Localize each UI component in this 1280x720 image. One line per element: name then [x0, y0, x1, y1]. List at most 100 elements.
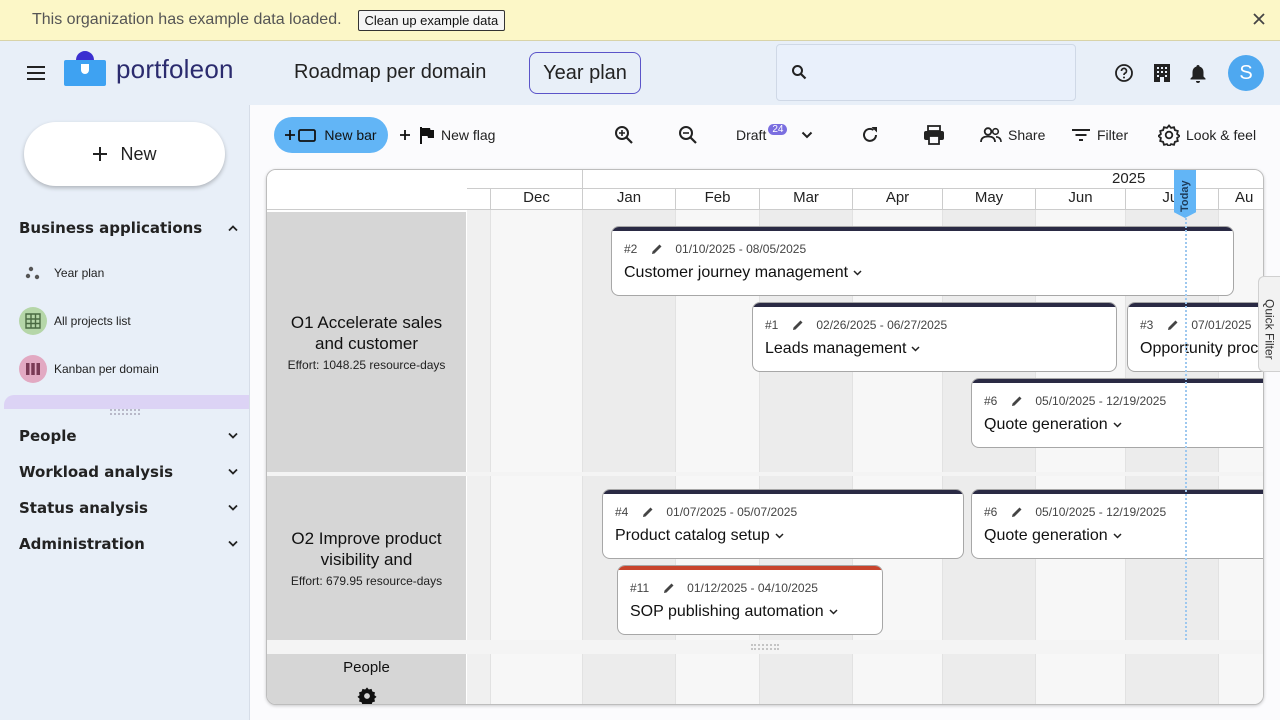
sidebar-item-kanban-per-domain[interactable]: Kanban per domain: [19, 355, 239, 383]
sidebar-item-all-projects-list[interactable]: All projects list: [19, 307, 239, 335]
pencil-icon[interactable]: [651, 243, 663, 255]
new-button[interactable]: New: [24, 122, 225, 186]
section-business-applications[interactable]: Business applications: [19, 219, 239, 237]
bar-status-stripe: [603, 490, 963, 494]
bar-id: #6: [984, 394, 998, 408]
section-label: Administration: [19, 535, 145, 553]
pencil-icon[interactable]: [642, 506, 654, 518]
bar-status-stripe: [972, 490, 1263, 494]
month-jan: Jan: [582, 188, 675, 209]
chevron-down-icon[interactable]: [824, 609, 838, 615]
new-flag-button[interactable]: New flag: [400, 117, 495, 153]
bar-dates: 05/10/2025 - 12/19/2025: [1035, 505, 1167, 519]
gear-icon[interactable]: [356, 686, 377, 704]
month-jul: Jul: [1125, 188, 1218, 209]
example-data-banner: This organization has example data loade…: [0, 0, 1280, 41]
lane-label-o2[interactable]: O2 Improve product visibility and Effort…: [267, 476, 466, 640]
close-icon[interactable]: [1252, 12, 1266, 26]
pencil-icon[interactable]: [1011, 395, 1023, 407]
section-label: People: [19, 427, 77, 445]
chevron-down-icon[interactable]: [848, 270, 862, 276]
resize-handle[interactable]: [110, 409, 140, 415]
print-icon: [923, 125, 951, 145]
kanban-icon: [19, 355, 47, 383]
bar-title: Opportunity proc: [1140, 340, 1259, 357]
year-label: 2025: [1112, 170, 1146, 187]
lane-resize-handle[interactable]: [751, 644, 779, 650]
portfoleon-logo-icon: [64, 50, 106, 88]
bar-dates: 01/12/2025 - 04/10/2025: [687, 581, 818, 595]
zoom-in-button[interactable]: [614, 117, 640, 153]
roadmap-bar[interactable]: #6 05/10/2025 - 12/19/2025 Quote generati…: [971, 489, 1263, 559]
roadmap-bar[interactable]: #1 02/26/2025 - 06/27/2025 Leads manageme…: [752, 302, 1117, 372]
pencil-icon[interactable]: [663, 582, 675, 594]
zoom-out-button[interactable]: [678, 117, 704, 153]
search-input[interactable]: [817, 55, 1067, 91]
filter-label: Filter: [1097, 127, 1129, 143]
look-and-feel-button[interactable]: Look & feel: [1158, 117, 1256, 153]
main-content: New bar New flag Draft 24 Share Filter L…: [250, 105, 1280, 720]
share-label: Share: [1008, 127, 1046, 143]
chevron-down-icon[interactable]: [1108, 533, 1122, 539]
chevron-down-icon[interactable]: [906, 346, 920, 352]
roadmap-bar[interactable]: #2 01/10/2025 - 08/05/2025 Customer journ…: [611, 226, 1234, 296]
banner-text: This organization has example data loade…: [32, 11, 342, 28]
bar-id: #11: [630, 581, 650, 595]
filter-button[interactable]: Filter: [1071, 117, 1128, 153]
bar-status-stripe: [753, 303, 1116, 307]
section-administration[interactable]: Administration: [19, 535, 239, 553]
search-box[interactable]: [776, 44, 1076, 101]
view-chip[interactable]: Year plan: [529, 52, 641, 94]
bar-title: Quote generation: [984, 416, 1108, 433]
roadmap-bar[interactable]: #6 05/10/2025 - 12/19/2025 Quote generati…: [971, 378, 1263, 448]
chevron-down-icon[interactable]: [770, 533, 784, 539]
sidebar-item-year-plan[interactable]: Year plan: [19, 259, 239, 287]
today-label: Today: [1179, 180, 1191, 212]
clean-up-example-data-button[interactable]: Clean up example data: [357, 9, 506, 31]
bar-id: #1: [765, 318, 779, 332]
logo[interactable]: portfoleon: [64, 50, 234, 88]
refresh-icon: [860, 125, 886, 145]
lane-label-people[interactable]: People: [267, 654, 466, 704]
roadmap-bar[interactable]: #3 07/01/2025 Opportunity proc: [1127, 302, 1263, 372]
section-people[interactable]: People: [19, 427, 239, 445]
roadmap-bar[interactable]: #4 01/07/2025 - 05/07/2025 Product catalo…: [602, 489, 964, 559]
section-workload-analysis[interactable]: Workload analysis: [19, 463, 239, 481]
today-line: [1185, 170, 1187, 640]
draft-dropdown[interactable]: Draft 24: [736, 117, 819, 153]
bar-status-stripe: [1128, 303, 1263, 307]
print-button[interactable]: [923, 117, 951, 153]
pencil-icon[interactable]: [1011, 506, 1023, 518]
help-icon[interactable]: [1114, 63, 1134, 83]
menu-icon[interactable]: [24, 61, 48, 85]
new-bar-button[interactable]: New bar: [274, 117, 388, 153]
bar-dates: 01/10/2025 - 08/05/2025: [675, 242, 807, 256]
lane-label-o1[interactable]: O1 Accelerate sales and customer Effort:…: [267, 212, 466, 472]
building-icon[interactable]: [1153, 63, 1171, 83]
plus-icon: [92, 146, 108, 162]
section-status-analysis[interactable]: Status analysis: [19, 499, 239, 517]
refresh-button[interactable]: [860, 117, 886, 153]
chevron-down-icon[interactable]: [1108, 422, 1122, 428]
bell-icon[interactable]: [1189, 63, 1207, 83]
quick-filter-tab[interactable]: Quick Filter: [1258, 276, 1280, 372]
draft-label: Draft: [736, 127, 767, 143]
app-header: portfoleon Roadmap per domain Year plan …: [0, 41, 1280, 105]
plus-icon: [400, 130, 416, 140]
bar-id: #3: [1140, 318, 1154, 332]
pencil-icon[interactable]: [792, 319, 804, 331]
bar-dates: 07/01/2025: [1191, 318, 1252, 332]
roadmap-bar[interactable]: #11 01/12/2025 - 04/10/2025 SOP publishin…: [617, 565, 883, 635]
search-icon: [791, 64, 807, 80]
month-column: [467, 210, 490, 704]
bar-title: Leads management: [765, 340, 907, 357]
bar-title: Quote generation: [984, 527, 1108, 544]
avatar[interactable]: S: [1228, 55, 1264, 91]
pencil-icon[interactable]: [1167, 319, 1179, 331]
flag-icon: [419, 126, 441, 144]
share-button[interactable]: Share: [980, 117, 1045, 153]
selected-item-highlight: [4, 395, 249, 409]
plus-icon: [285, 130, 296, 140]
bar-dates: 01/07/2025 - 05/07/2025: [666, 505, 798, 519]
chevron-down-icon: [227, 540, 239, 548]
